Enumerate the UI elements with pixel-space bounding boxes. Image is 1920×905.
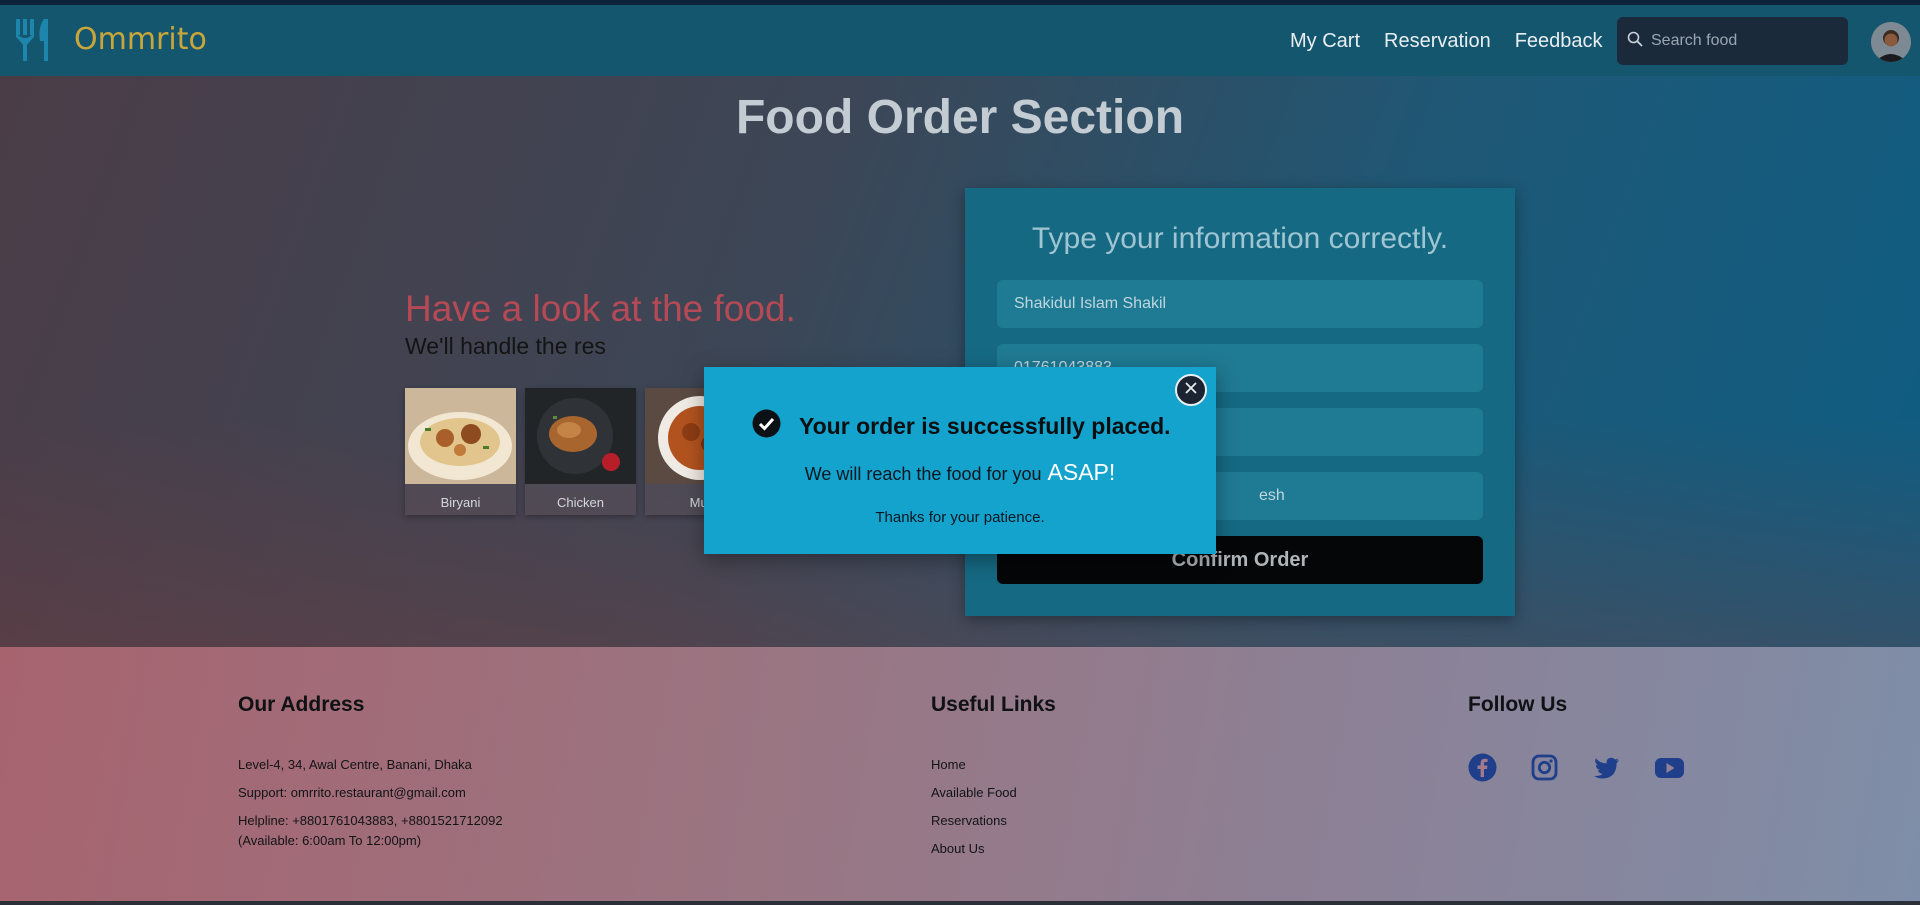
links-column: Useful Links Home Available Food Reserva… <box>931 693 1056 863</box>
order-section: Food Order Section Have a look at the fo… <box>0 76 1920 647</box>
modal-header: Your order is successfully placed. <box>752 409 1171 443</box>
biryani-image <box>405 388 516 484</box>
support-email: Support: omrrito.restaurant@gmail.com <box>238 785 466 800</box>
food-label: Chicken <box>557 495 604 510</box>
search-icon <box>1627 31 1643 52</box>
address-line: Level-4, 34, Awal Centre, Banani, Dhaka <box>238 757 472 772</box>
footer-link-reservations[interactable]: Reservations <box>931 807 1056 835</box>
follow-column: Follow Us <box>1468 693 1684 782</box>
modal-message-text: We will reach the food for you <box>804 464 1042 484</box>
links-heading: Useful Links <box>931 693 1056 716</box>
modal-thanks: Thanks for your patience. <box>875 509 1045 526</box>
modal-message: We will reach the food for you ASAP! <box>704 459 1216 486</box>
food-label: Biryani <box>440 495 481 510</box>
youtube-icon[interactable] <box>1654 753 1684 782</box>
brand[interactable]: Ommrito <box>14 17 207 61</box>
follow-heading: Follow Us <box>1468 693 1568 716</box>
fork-knife-icon <box>14 17 54 61</box>
avatar[interactable] <box>1871 22 1911 62</box>
success-modal: Your order is successfully placed. We wi… <box>704 367 1216 554</box>
footer-link-available-food[interactable]: Available Food <box>931 779 1056 807</box>
form-title: Type your information correctly. <box>1031 222 1449 255</box>
helpline: Helpline: +8801761043883, +8801521712092 <box>238 813 503 828</box>
search-input[interactable] <box>1651 32 1841 50</box>
nav-my-cart[interactable]: My Cart <box>1290 30 1360 53</box>
brand-name: Ommrito <box>74 21 207 57</box>
address-heading: Our Address <box>238 693 365 716</box>
footer-link-home[interactable]: Home <box>931 751 1056 779</box>
twitter-icon[interactable] <box>1592 753 1621 782</box>
asap-text: ASAP! <box>1047 459 1116 485</box>
footer-link-about-us[interactable]: About Us <box>931 835 1056 863</box>
page-title: Food Order Section <box>735 91 1185 144</box>
food-card-chicken[interactable]: Chicken <box>525 388 636 515</box>
chicken-image <box>525 388 636 484</box>
close-icon <box>1185 381 1197 399</box>
navbar: Ommrito My Cart Reservation Feedback <box>0 5 1920 76</box>
main-nav: My Cart Reservation Feedback <box>1290 30 1603 53</box>
modal-title: Your order is successfully placed. <box>799 412 1171 439</box>
footer-bottom-bar <box>0 901 1920 905</box>
instagram-icon[interactable] <box>1530 753 1559 782</box>
modal-close-button[interactable] <box>1175 374 1207 406</box>
check-circle-icon <box>752 409 781 443</box>
lead-subtitle: We'll handle the res <box>405 333 606 359</box>
footer: Our Address Level-4, 34, Awal Centre, Ba… <box>0 647 1920 901</box>
nav-reservation[interactable]: Reservation <box>1384 30 1491 53</box>
nav-feedback[interactable]: Feedback <box>1515 30 1603 53</box>
food-card-biryani[interactable]: Biryani <box>405 388 516 515</box>
name-field[interactable]: Shakidul Islam Shakil <box>997 280 1483 328</box>
facebook-icon[interactable] <box>1468 753 1497 782</box>
search-box[interactable] <box>1617 17 1848 65</box>
availability: (Available: 6:00am To 12:00pm) <box>238 833 422 848</box>
address-column: Our Address Level-4, 34, Awal Centre, Ba… <box>238 693 503 851</box>
lead-title: Have a look at the food. <box>405 288 796 329</box>
